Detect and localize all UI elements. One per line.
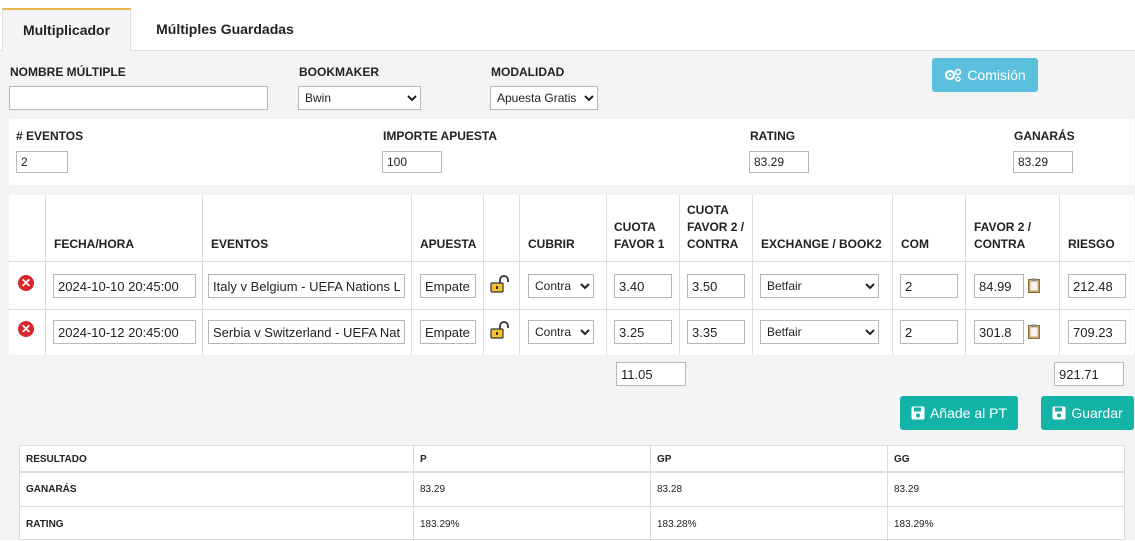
importe-input[interactable] (382, 151, 442, 173)
results-row-label: RATING (26, 519, 64, 530)
header-cuota-favor2: CUOTA FAVOR 2 / CONTRA (687, 203, 745, 251)
total-riesgo-input[interactable] (1054, 362, 1124, 386)
tab-multiplicador[interactable]: Multiplicador (2, 8, 131, 51)
results-cell-gg: 83.29 (894, 484, 920, 495)
results-cell-p: 183.29% (420, 519, 460, 530)
events-table: FECHA/HORA EVENTOS APUESTA CUBRIR CUOTA … (9, 195, 1134, 355)
results-header-p: P (420, 454, 427, 465)
rating-label: RATING (750, 129, 796, 143)
cubrir-select[interactable]: Contra (528, 320, 594, 344)
cubrir-select[interactable]: Contra (528, 274, 594, 298)
rating-input[interactable] (749, 151, 809, 173)
tab-bar: Multiplicador Múltiples Guardadas (0, 0, 1135, 51)
modalidad-label: MODALIDAD (491, 65, 565, 79)
header-riesgo: RIESGO (1068, 237, 1115, 251)
unlock-icon[interactable] (490, 321, 510, 339)
results-row-label: GANARÁS (26, 484, 77, 495)
nombre-label: NOMBRE MÚLTIPLE (10, 65, 126, 79)
importe-label: IMPORTE APUESTA (383, 129, 498, 143)
exchange-select[interactable]: Betfair (760, 274, 879, 298)
delete-row-icon[interactable]: ✕ (18, 275, 34, 291)
comision-label: Comisión (967, 67, 1026, 83)
eventos-input[interactable] (16, 151, 68, 173)
header-eventos: EVENTOS (211, 237, 269, 251)
ganaras-input[interactable] (1013, 151, 1073, 173)
results-header-resultado: RESULTADO (26, 454, 87, 465)
comision-button[interactable]: Comisión (932, 58, 1038, 92)
bookmaker-label: BOOKMAKER (299, 65, 379, 79)
header-apuesta: APUESTA (420, 237, 477, 251)
results-cell-p: 83.29 (420, 484, 446, 495)
cuota2-input[interactable] (687, 274, 745, 298)
summary-box: # EVENTOS IMPORTE APUESTA RATING GANARÁS (9, 119, 1134, 185)
eventos-label: # EVENTOS (16, 129, 84, 143)
header-cuota-favor1: CUOTA FAVOR 1 (614, 220, 665, 251)
riesgo-input[interactable] (1068, 320, 1126, 344)
clipboard-icon[interactable] (1028, 324, 1040, 339)
floppy-icon (911, 406, 925, 420)
evento-input[interactable] (208, 274, 405, 298)
apuesta-input[interactable] (420, 320, 476, 344)
clipboard-icon[interactable] (1028, 278, 1040, 293)
header-fecha: FECHA/HORA (54, 237, 134, 251)
tab-multiples-guardadas[interactable]: Múltiples Guardadas (140, 8, 310, 51)
gears-icon (945, 68, 962, 82)
guardar-label: Guardar (1071, 405, 1123, 421)
cuota2-input[interactable] (687, 320, 745, 344)
header-com: COM (901, 237, 929, 251)
results-header-gp: GP (657, 454, 672, 465)
header-exchange: EXCHANGE / BOOK2 (761, 237, 882, 251)
header-cubrir: CUBRIR (528, 237, 575, 251)
results-table: RESULTADO P GP GG GANARÁS 83.29 83.28 83… (19, 445, 1125, 541)
fecha-input[interactable] (53, 320, 196, 344)
cuota1-input[interactable] (614, 320, 672, 344)
favor2-input[interactable] (974, 320, 1024, 344)
apuesta-input[interactable] (420, 274, 476, 298)
header-favor2-contra: FAVOR 2 / CONTRA (974, 220, 1032, 251)
evento-input[interactable] (208, 320, 405, 344)
anade-pt-label: Añade al PT (929, 405, 1008, 421)
fecha-input[interactable] (53, 274, 196, 298)
guardar-button[interactable]: Guardar (1041, 396, 1134, 430)
floppy-icon (1052, 406, 1066, 420)
riesgo-input[interactable] (1068, 274, 1126, 298)
exchange-select[interactable]: Betfair (760, 320, 879, 344)
cuota1-input[interactable] (614, 274, 672, 298)
delete-row-icon[interactable]: ✕ (18, 321, 34, 337)
results-cell-gp: 83.28 (657, 484, 683, 495)
nombre-input[interactable] (9, 86, 268, 110)
anade-pt-button[interactable]: Añade al PT (900, 396, 1018, 430)
results-header-gg: GG (894, 454, 910, 465)
results-cell-gp: 183.28% (657, 519, 697, 530)
total-cuota-input[interactable] (616, 362, 686, 386)
com-input[interactable] (900, 320, 958, 344)
com-input[interactable] (900, 274, 958, 298)
results-cell-gg: 183.29% (894, 519, 934, 530)
unlock-icon[interactable] (490, 275, 510, 293)
ganaras-label: GANARÁS (1014, 129, 1075, 143)
modalidad-select[interactable]: Apuesta Gratis (490, 86, 598, 110)
favor2-input[interactable] (974, 274, 1024, 298)
bookmaker-select[interactable]: Bwin (298, 86, 421, 110)
